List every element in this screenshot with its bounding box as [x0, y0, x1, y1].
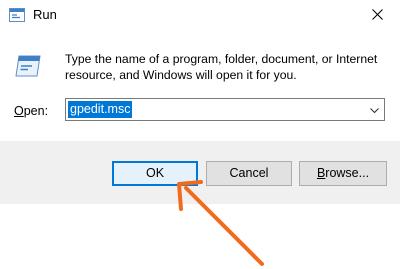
open-input-value[interactable]: gpedit.msc — [68, 101, 133, 118]
run-program-icon — [15, 54, 41, 78]
chevron-down-icon — [370, 101, 379, 119]
run-dialog: Run Type the name of a program, folder, … — [0, 0, 400, 204]
open-label-text: pen: — [23, 104, 49, 118]
open-label: Open: — [14, 104, 48, 118]
close-icon — [371, 7, 383, 25]
open-label-accesskey: O — [14, 104, 24, 118]
combobox-dropdown-button[interactable] — [365, 99, 384, 120]
title-bar[interactable]: Run — [0, 0, 400, 32]
cancel-button[interactable]: Cancel — [206, 161, 292, 186]
close-button[interactable] — [354, 0, 400, 32]
ok-button[interactable]: OK — [112, 161, 198, 186]
browse-button[interactable]: Browse... — [299, 161, 387, 186]
browse-label: rowse... — [325, 166, 370, 180]
description-text: Type the name of a program, folder, docu… — [65, 52, 378, 82]
window-title: Run — [33, 7, 57, 22]
run-app-icon — [9, 8, 25, 22]
open-combobox[interactable]: gpedit.msc — [65, 98, 385, 121]
